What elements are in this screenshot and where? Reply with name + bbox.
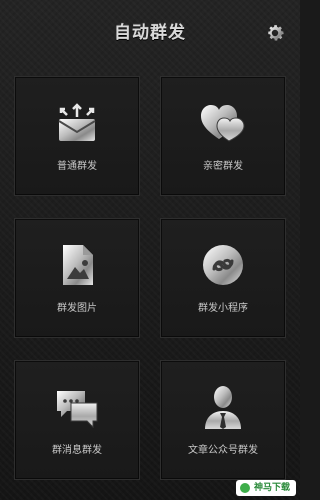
image-file-icon — [63, 245, 93, 285]
watermark-text: 神马下载 — [253, 483, 290, 493]
tile-label: 亲密群发 — [203, 161, 243, 172]
page-title: 自动群发 — [114, 23, 186, 43]
tile-normal-broadcast[interactable]: 普通群发 — [14, 76, 140, 196]
tile-label: 群发图片 — [57, 303, 97, 314]
tile-broadcast-image[interactable]: 群发图片 — [14, 218, 140, 338]
tile-broadcast-mini-program[interactable]: 群发小程序 — [160, 218, 286, 338]
header-bar: 自动群发 — [0, 0, 300, 65]
hearts-icon — [201, 105, 245, 142]
person-bowtie-icon — [205, 386, 241, 429]
tile-intimate-broadcast[interactable]: 亲密群发 — [160, 76, 286, 196]
chat-bubbles-icon — [57, 391, 98, 429]
tile-label: 群消息群发 — [52, 445, 102, 456]
settings-button[interactable] — [264, 22, 286, 44]
watermark-logo-icon — [239, 483, 250, 493]
gear-icon — [268, 25, 284, 41]
tile-group-message-broadcast[interactable]: 群消息群发 — [14, 360, 140, 480]
tile-article-official-account-broadcast[interactable]: 文章公众号群发 — [160, 360, 286, 480]
watermark-badge: 神马下载 — [235, 480, 296, 496]
envelope-arrows-icon — [58, 103, 96, 141]
tile-label: 普通群发 — [57, 161, 97, 172]
mini-program-icon — [203, 245, 243, 285]
tile-label: 群发小程序 — [198, 303, 248, 314]
tile-label: 文章公众号群发 — [188, 445, 258, 456]
app-screen: 自动群发 普通群发 亲密群发 群发图片 群发小程序 群消息群发 文章公众号群发 … — [0, 0, 300, 500]
